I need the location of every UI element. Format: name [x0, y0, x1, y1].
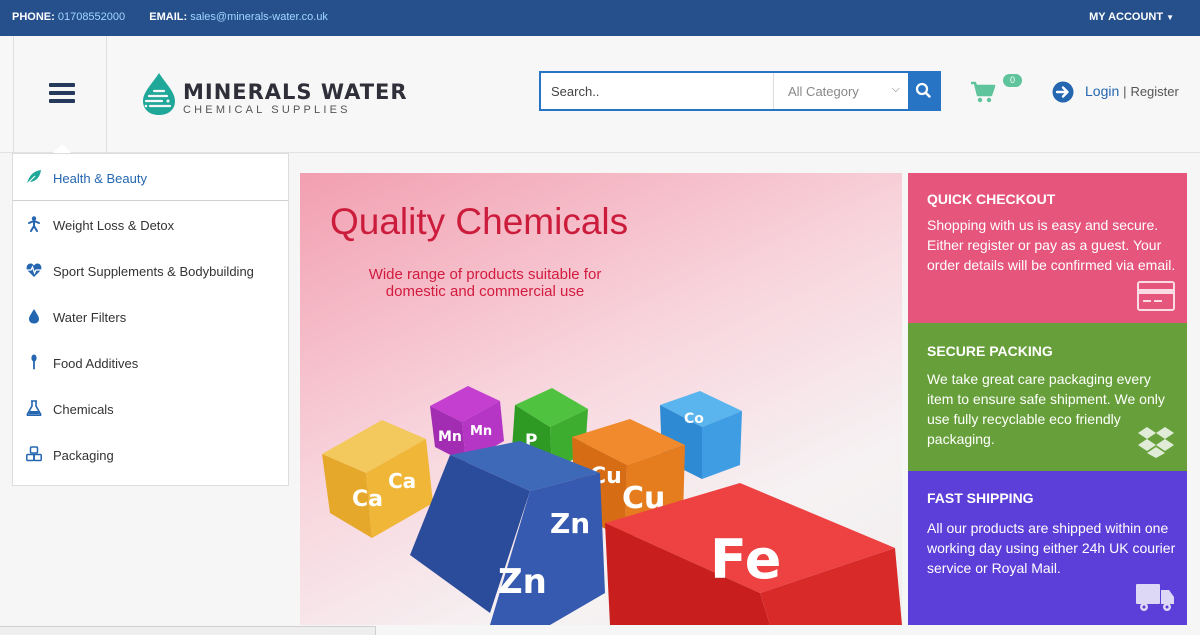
search-icon	[915, 82, 931, 98]
feature-text: Shopping with us is easy and secure. Eit…	[927, 217, 1176, 273]
chevron-down-icon: ⌵	[891, 83, 900, 95]
dropbox-icon	[1138, 427, 1174, 458]
svg-text:Co: Co	[684, 411, 704, 427]
auth-separator: |	[1123, 84, 1127, 99]
arrow-right-circle-icon[interactable]	[1052, 81, 1074, 103]
my-account-menu[interactable]: MY ACCOUNT ▼	[1089, 11, 1174, 23]
svg-text:Ca: Ca	[352, 487, 383, 512]
browser-status-bar	[0, 626, 376, 635]
element-cube-ca: Ca Ca	[322, 420, 433, 538]
sidebar-item-sport-supplements[interactable]: Sport Supplements & Bodybuilding	[13, 248, 288, 294]
feature-quick-checkout: QUICK CHECKOUT Shopping with us is easy …	[908, 173, 1187, 323]
sidebar-item-weight-loss[interactable]: Weight Loss & Detox	[13, 202, 288, 248]
sidebar-item-water-filters[interactable]: Water Filters	[13, 294, 288, 340]
person-icon	[28, 216, 40, 232]
hamburger-icon[interactable]	[49, 83, 75, 107]
contact-info: PHONE: 01708552000 EMAIL: sales@minerals…	[12, 11, 328, 23]
water-drop-logo-icon	[143, 73, 175, 115]
logo-tagline: CHEMICAL SUPPLIES	[183, 104, 351, 116]
category-menu: Health & Beauty Weight Loss & Detox Spor…	[12, 153, 289, 486]
feature-secure-packing: SECURE PACKING We take great care packag…	[908, 323, 1187, 471]
svg-text:Zn: Zn	[550, 507, 590, 540]
sidebar-item-label: Health & Beauty	[53, 171, 147, 186]
category-select[interactable]: All Category ⌵	[773, 73, 910, 109]
feature-heading: QUICK CHECKOUT	[927, 191, 1056, 207]
drop-icon	[29, 309, 39, 324]
cart-icon[interactable]	[970, 80, 996, 104]
register-link[interactable]: Register	[1130, 84, 1178, 99]
sidebar-item-label: Weight Loss & Detox	[53, 218, 175, 233]
sidebar-item-packaging[interactable]: Packaging	[13, 432, 288, 478]
search-input[interactable]	[541, 73, 773, 109]
sidebar-item-label: Sport Supplements & Bodybuilding	[53, 264, 254, 279]
logo-name: MINERALS WATER	[183, 80, 408, 104]
flask-icon	[26, 400, 42, 416]
svg-text:Fe: Fe	[710, 528, 781, 591]
element-cube-zn: Zn Zn	[410, 441, 605, 625]
svg-text:Mn: Mn	[470, 424, 492, 439]
hero-banner[interactable]: Quality Chemicals Wide range of products…	[300, 173, 902, 625]
email-link[interactable]: sales@minerals-water.co.uk	[190, 11, 328, 23]
feature-text: All our products are shipped within one …	[927, 520, 1176, 576]
truck-icon	[1136, 584, 1174, 611]
feature-heading: SECURE PACKING	[927, 343, 1053, 359]
search-bar: All Category ⌵	[539, 71, 941, 111]
feature-heading: FAST SHIPPING	[927, 490, 1034, 506]
credit-card-icon	[1137, 281, 1175, 311]
menu-toggle-button[interactable]	[13, 36, 107, 154]
spoon-icon	[31, 354, 37, 370]
chevron-down-icon: ▼	[1166, 13, 1174, 22]
auth-links: Login | Register	[1085, 83, 1179, 99]
sidebar-item-label: Chemicals	[53, 402, 114, 417]
cubes-icon	[26, 446, 42, 462]
site-header: MINERALS WATER CHEMICAL SUPPLIES All Cat…	[0, 36, 1200, 154]
category-select-value: All Category	[788, 84, 859, 99]
feature-fast-shipping: FAST SHIPPING All our products are shipp…	[908, 471, 1187, 625]
email-label: EMAIL:	[149, 11, 188, 23]
svg-text:Zn: Zn	[498, 562, 547, 602]
svg-text:Mn: Mn	[438, 429, 462, 445]
svg-text:Ca: Ca	[388, 469, 416, 493]
sidebar-item-label: Water Filters	[53, 310, 127, 325]
heartbeat-icon	[26, 263, 42, 277]
sidebar-item-label: Packaging	[53, 448, 114, 463]
top-bar: PHONE: 01708552000 EMAIL: sales@minerals…	[0, 0, 1200, 36]
leaf-icon	[26, 170, 41, 185]
login-link[interactable]: Login	[1085, 83, 1119, 99]
sidebar-item-chemicals[interactable]: Chemicals	[13, 386, 288, 432]
phone-label: PHONE:	[12, 11, 55, 23]
sidebar-item-label: Food Additives	[53, 356, 139, 371]
element-cubes-illustration: Ca Ca Mn Mn P Co Cu Cu Zn Zn Fe	[322, 386, 902, 625]
cart-count-badge: 0	[1003, 74, 1022, 87]
search-button[interactable]	[908, 73, 939, 109]
my-account-label[interactable]: MY ACCOUNT	[1089, 11, 1163, 23]
sidebar-item-food-additives[interactable]: Food Additives	[13, 340, 288, 386]
phone-link[interactable]: 01708552000	[58, 11, 125, 23]
sidebar-item-health-beauty[interactable]: Health & Beauty	[13, 155, 288, 201]
